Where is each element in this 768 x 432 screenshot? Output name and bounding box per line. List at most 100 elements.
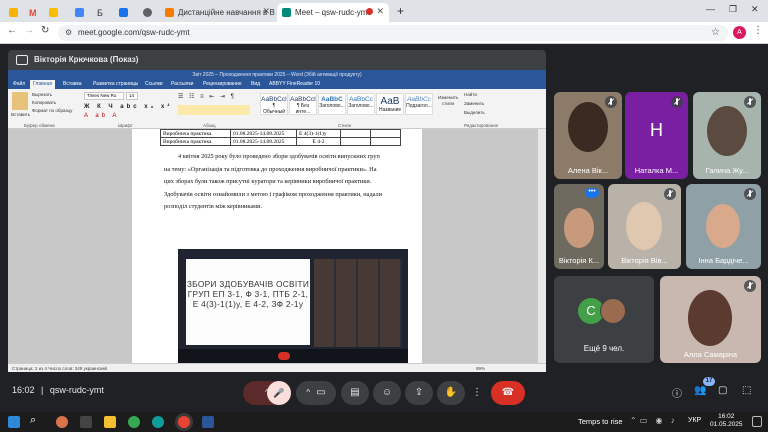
more-options-button[interactable]: ⋮ bbox=[469, 381, 485, 405]
close-icon[interactable]: ✕ bbox=[376, 6, 384, 17]
edge-icon[interactable] bbox=[152, 416, 164, 428]
tab-review[interactable]: Рецензирование bbox=[200, 80, 245, 89]
activities-icon[interactable]: ⬚ bbox=[742, 385, 751, 396]
participant-tile[interactable]: ••• Вікторія К... bbox=[554, 184, 604, 269]
people-icon[interactable]: 👥 bbox=[694, 385, 706, 396]
participant-tile[interactable]: Галина Жу... bbox=[693, 92, 761, 179]
close-window-icon[interactable]: ✕ bbox=[751, 4, 759, 15]
participant-tile[interactable]: Н Наталка М... bbox=[625, 92, 688, 179]
mic-off-icon bbox=[744, 188, 756, 200]
close-icon[interactable]: ✕ bbox=[262, 6, 270, 17]
format-painter-button[interactable]: Формат по образцу bbox=[32, 108, 72, 113]
forward-icon[interactable]: → bbox=[24, 25, 34, 36]
tab-home[interactable]: Главная bbox=[30, 80, 56, 89]
new-tab-button[interactable]: + bbox=[397, 4, 404, 18]
font-format-buttons[interactable]: Ж К Ч abc x₂ x² bbox=[84, 104, 172, 110]
chrome-icon[interactable] bbox=[128, 416, 140, 428]
info-icon[interactable]: ⓘ bbox=[672, 385, 682, 400]
tab-references[interactable]: Ссылки bbox=[142, 80, 166, 89]
chrome-active-icon[interactable] bbox=[178, 416, 190, 428]
word-ribbon-tabs: Файл Главная Вставка Разметка страницы С… bbox=[8, 80, 546, 89]
maximize-icon[interactable]: ❐ bbox=[729, 4, 737, 15]
profile-avatar[interactable]: А bbox=[733, 26, 746, 39]
paste-button[interactable]: Вставить bbox=[11, 112, 30, 117]
tab-meet[interactable]: Meet – qsw-rudc-ymt ✕ bbox=[277, 3, 389, 22]
reactions-button[interactable]: ☺ bbox=[373, 381, 401, 405]
windows-start-icon[interactable] bbox=[8, 416, 20, 428]
vertical-scrollbar[interactable] bbox=[538, 129, 546, 363]
mic-off-icon bbox=[664, 188, 676, 200]
word-icon[interactable] bbox=[202, 416, 214, 428]
url-field[interactable]: ⚙ meet.google.com/qsw-rudc-ymt ☆ bbox=[58, 25, 728, 41]
style-title[interactable]: AaB Название bbox=[376, 93, 404, 115]
list-buttons[interactable]: ☰ ☷ ≡ ⇤ ⇥ ¶ bbox=[178, 93, 236, 100]
more-participants-tile[interactable]: С Ещё 9 чел. bbox=[554, 276, 654, 363]
participant-tile[interactable]: Вікторія Вів... bbox=[608, 184, 681, 269]
participant-tile[interactable]: Інна Бардіче... bbox=[686, 184, 761, 269]
replace-button[interactable]: Заменить bbox=[464, 101, 484, 106]
tab-gmail[interactable]: M bbox=[24, 3, 42, 22]
copilot-icon[interactable] bbox=[56, 416, 68, 428]
address-bar: ← → ↻ ⚙ meet.google.com/qsw-rudc-ymt ☆ А… bbox=[0, 22, 768, 44]
tab-mailings[interactable]: Рассылки bbox=[168, 80, 196, 89]
minimize-icon[interactable]: — bbox=[706, 4, 715, 14]
cut-button[interactable]: Вырезать bbox=[32, 92, 52, 97]
end-call-icon bbox=[278, 352, 290, 360]
style-subtitle[interactable]: AaBbCc Подзагол... bbox=[405, 93, 433, 115]
docs-icon bbox=[75, 8, 84, 17]
style-no-spacing[interactable]: AaBbCcI ¶ Без инте... bbox=[289, 93, 317, 115]
chat-icon[interactable]: ▢ bbox=[718, 385, 727, 396]
raise-hand-button[interactable]: ✋ bbox=[437, 381, 465, 405]
style-heading-2[interactable]: AaBbCc Заголово... bbox=[347, 93, 375, 115]
tab-favicon-3[interactable] bbox=[44, 3, 62, 22]
tab-view[interactable]: Вид bbox=[248, 80, 263, 89]
task-view-icon[interactable] bbox=[80, 416, 92, 428]
paste-icon[interactable] bbox=[12, 92, 28, 110]
clock[interactable]: 16:02 01.05.2025 bbox=[710, 413, 743, 429]
style-normal[interactable]: AaBbCcI ¶ Обычный bbox=[260, 93, 288, 115]
mic-toggle-button[interactable]: ^ 🎤 bbox=[243, 381, 291, 405]
back-icon[interactable]: ← bbox=[7, 25, 17, 36]
captions-button[interactable]: ▤ bbox=[341, 381, 369, 405]
select-button[interactable]: Выделить bbox=[464, 110, 485, 115]
tab-insert[interactable]: Вставка bbox=[60, 80, 85, 89]
tab-favicon-1[interactable] bbox=[4, 3, 22, 22]
tab-page-layout[interactable]: Разметка страницы bbox=[90, 80, 141, 89]
change-styles-button[interactable]: Изменить стили bbox=[438, 95, 458, 107]
zoom-level[interactable]: 99% bbox=[476, 364, 485, 372]
participant-tile[interactable]: Алла Самаріна bbox=[660, 276, 761, 363]
font-name-field[interactable]: Times New Ro bbox=[84, 92, 124, 100]
tab-docs[interactable] bbox=[70, 3, 88, 22]
tab-b[interactable]: Б bbox=[92, 3, 110, 22]
notifications-icon[interactable] bbox=[752, 416, 762, 427]
tab-abbyy[interactable]: ABBYY FineReader 10 bbox=[266, 80, 323, 89]
leave-call-button[interactable]: ☎ bbox=[491, 381, 525, 405]
group-paragraph: Абзац bbox=[203, 123, 216, 128]
site-info-icon[interactable]: ⚙ bbox=[65, 25, 72, 41]
mic-off-icon bbox=[744, 96, 756, 108]
participant-tile[interactable]: Алена Вік... bbox=[554, 92, 622, 179]
document-page[interactable]: Виробнича практика 01.08.2025-14.08.2025… bbox=[132, 129, 422, 363]
present-button[interactable]: ⇪ bbox=[405, 381, 433, 405]
tab-favicon-7[interactable] bbox=[138, 3, 156, 22]
weather-widget[interactable]: Temps to rise bbox=[578, 417, 623, 426]
reload-icon[interactable]: ↻ bbox=[41, 25, 49, 36]
alignment-buttons[interactable] bbox=[178, 105, 250, 115]
find-button[interactable]: Найти bbox=[464, 92, 477, 97]
tray-icons[interactable]: ⌃▭ ◉ ♪ bbox=[630, 416, 678, 425]
group-editing: Редактирование bbox=[464, 123, 499, 128]
search-icon[interactable]: ⌕ bbox=[30, 414, 36, 427]
bookmark-star-icon[interactable]: ☆ bbox=[711, 25, 720, 41]
input-language[interactable]: УКР bbox=[688, 417, 701, 424]
font-color-buttons[interactable]: A ab A bbox=[84, 113, 119, 119]
file-explorer-icon[interactable] bbox=[104, 416, 116, 428]
font-size-field[interactable]: 14 bbox=[126, 92, 138, 100]
style-heading-1[interactable]: AaBbC Заголово... bbox=[318, 93, 346, 115]
tab-file[interactable]: Файл bbox=[10, 80, 28, 89]
mic-off-icon: 🎤 bbox=[267, 381, 291, 405]
tab-favicon-6[interactable] bbox=[114, 3, 132, 22]
copy-button[interactable]: Копировать bbox=[32, 100, 56, 105]
camera-toggle-button[interactable]: ^ ▭ bbox=[296, 381, 336, 405]
tab-distance-learning[interactable]: Дистанційне навчання в ВСП ✕ bbox=[160, 3, 275, 22]
browser-menu-icon[interactable]: ⋮ bbox=[753, 25, 763, 36]
